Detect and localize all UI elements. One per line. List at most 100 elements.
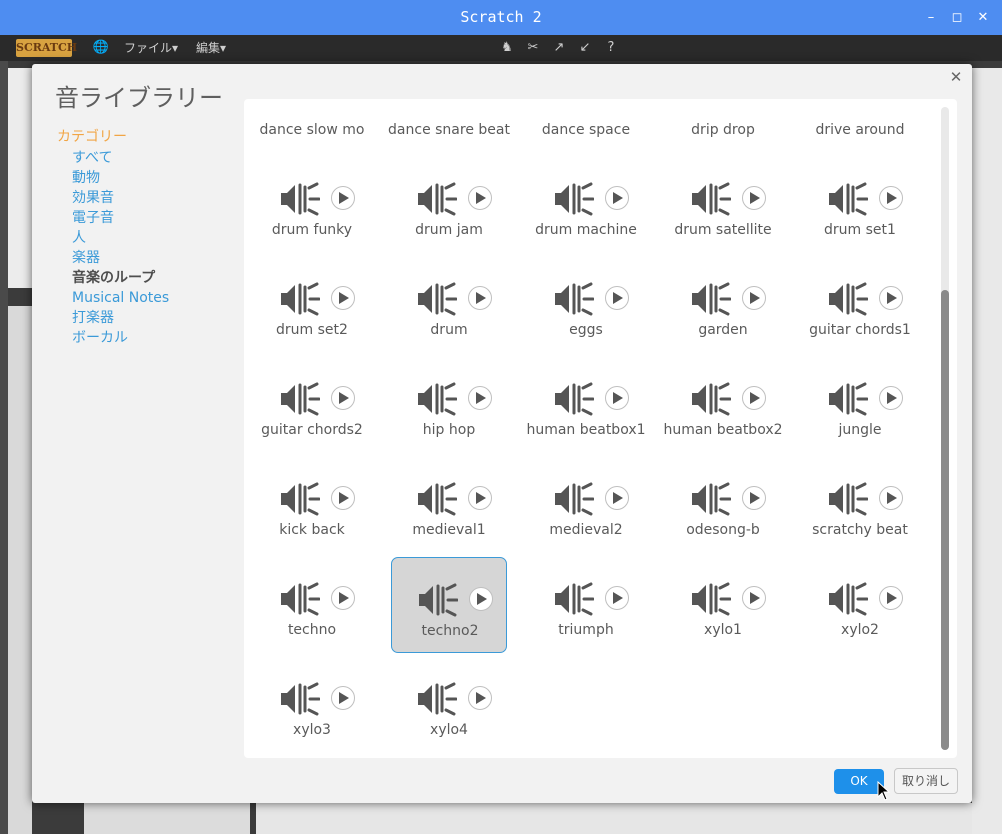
play-icon[interactable] bbox=[879, 386, 903, 410]
edit-menu[interactable]: 編集▾ bbox=[196, 35, 226, 61]
sound-item[interactable]: scratchy beat bbox=[802, 457, 918, 553]
category-item[interactable]: 打楽器 bbox=[72, 308, 169, 328]
play-icon[interactable] bbox=[468, 486, 492, 510]
sound-item[interactable]: drum set1 bbox=[802, 157, 918, 253]
category-item[interactable]: すべて bbox=[72, 148, 169, 168]
grow-icon[interactable]: ↗ bbox=[550, 39, 568, 57]
play-icon[interactable] bbox=[331, 286, 355, 310]
file-menu[interactable]: ファイル▾ bbox=[124, 35, 178, 61]
category-item[interactable]: 電子音 bbox=[72, 208, 169, 228]
sound-label: drum satellite bbox=[674, 222, 772, 238]
sound-item[interactable]: medieval2 bbox=[528, 457, 644, 553]
play-icon[interactable] bbox=[879, 186, 903, 210]
sound-label: dance snare beat bbox=[388, 122, 510, 138]
cancel-button[interactable]: 取り消し bbox=[894, 768, 958, 794]
play-icon[interactable] bbox=[605, 186, 629, 210]
sound-item[interactable]: xylo2 bbox=[802, 557, 918, 653]
sound-item[interactable]: drum machine bbox=[528, 157, 644, 253]
sound-label: drum jam bbox=[415, 222, 483, 238]
sound-item[interactable]: drum satellite bbox=[665, 157, 781, 253]
background-panel bbox=[84, 803, 250, 834]
sound-label: dance space bbox=[541, 122, 631, 138]
dialog-title: 音ライブラリー bbox=[55, 84, 223, 112]
window-close-icon[interactable]: ✕ bbox=[970, 0, 996, 35]
sound-label: garden bbox=[698, 322, 748, 338]
play-icon[interactable] bbox=[331, 586, 355, 610]
speaker-icon bbox=[691, 182, 732, 216]
play-icon[interactable] bbox=[605, 286, 629, 310]
globe-icon[interactable]: 🌐 bbox=[92, 39, 110, 57]
sound-item[interactable]: eggs bbox=[528, 257, 644, 353]
category-item[interactable]: 楽器 bbox=[72, 248, 169, 268]
play-icon[interactable] bbox=[879, 286, 903, 310]
play-icon[interactable] bbox=[468, 186, 492, 210]
sound-item[interactable]: hip hop bbox=[391, 357, 507, 453]
sound-item[interactable]: odesong-b bbox=[665, 457, 781, 553]
category-item[interactable]: 動物 bbox=[72, 168, 169, 188]
scrollbar-thumb[interactable] bbox=[941, 290, 949, 750]
sound-item[interactable]: guitar chords2 bbox=[254, 357, 370, 453]
sound-item[interactable]: medieval1 bbox=[391, 457, 507, 553]
play-icon[interactable] bbox=[742, 186, 766, 210]
cut-icon[interactable]: ✂ bbox=[524, 39, 542, 57]
category-item[interactable]: 音楽のループ bbox=[72, 268, 169, 288]
sound-item[interactable]: human beatbox1 bbox=[526, 357, 646, 453]
sound-item[interactable]: guitar chords1 bbox=[802, 257, 918, 353]
stamp-icon[interactable]: ♞ bbox=[498, 39, 516, 57]
speaker-icon bbox=[828, 582, 869, 616]
play-icon[interactable] bbox=[468, 686, 492, 710]
play-icon[interactable] bbox=[469, 587, 493, 611]
play-icon[interactable] bbox=[742, 286, 766, 310]
sound-item[interactable]: xylo4 bbox=[391, 657, 507, 753]
minimize-icon[interactable]: – bbox=[918, 0, 944, 35]
play-icon[interactable] bbox=[331, 186, 355, 210]
sound-label: techno2 bbox=[421, 623, 479, 639]
speaker-icon bbox=[691, 282, 732, 316]
sound-item[interactable]: human beatbox2 bbox=[663, 357, 783, 453]
sound-label: drum bbox=[430, 322, 468, 338]
play-icon[interactable] bbox=[331, 486, 355, 510]
scratch-logo: SCRATCH bbox=[16, 39, 77, 57]
sound-item[interactable]: garden bbox=[665, 257, 781, 353]
help-icon[interactable]: ? bbox=[602, 39, 620, 57]
sound-item[interactable]: xylo1 bbox=[665, 557, 781, 653]
sound-item[interactable]: dance snare beat bbox=[388, 99, 510, 153]
category-item[interactable]: 人 bbox=[72, 228, 169, 248]
sound-item[interactable]: triumph bbox=[528, 557, 644, 653]
sound-item[interactable]: techno bbox=[254, 557, 370, 653]
sound-item[interactable]: jungle bbox=[802, 357, 918, 453]
sound-item[interactable]: drum funky bbox=[254, 157, 370, 253]
sound-item[interactable]: drip drop bbox=[665, 99, 781, 153]
maximize-icon[interactable]: ◻ bbox=[944, 0, 970, 35]
sound-item[interactable]: drum jam bbox=[391, 157, 507, 253]
play-icon[interactable] bbox=[468, 286, 492, 310]
play-icon[interactable] bbox=[879, 586, 903, 610]
play-icon[interactable] bbox=[879, 486, 903, 510]
sound-label: odesong-b bbox=[686, 522, 760, 538]
category-item[interactable]: Musical Notes bbox=[72, 288, 169, 308]
play-icon[interactable] bbox=[742, 386, 766, 410]
scrollbar[interactable] bbox=[941, 107, 949, 750]
play-icon[interactable] bbox=[331, 686, 355, 710]
background-panel bbox=[8, 68, 32, 288]
close-icon[interactable]: ✕ bbox=[948, 69, 964, 85]
play-icon[interactable] bbox=[742, 586, 766, 610]
play-icon[interactable] bbox=[605, 486, 629, 510]
sound-item[interactable]: techno2 bbox=[391, 557, 507, 653]
sound-item[interactable]: drum bbox=[391, 257, 507, 353]
play-icon[interactable] bbox=[605, 586, 629, 610]
sound-item[interactable]: drive around bbox=[802, 99, 918, 153]
play-icon[interactable] bbox=[742, 486, 766, 510]
sound-item[interactable]: xylo3 bbox=[254, 657, 370, 753]
category-item[interactable]: ボーカル bbox=[72, 328, 169, 348]
play-icon[interactable] bbox=[331, 386, 355, 410]
sound-item[interactable]: dance space bbox=[528, 99, 644, 153]
background-panel bbox=[972, 68, 1002, 834]
sound-item[interactable]: kick back bbox=[254, 457, 370, 553]
play-icon[interactable] bbox=[605, 386, 629, 410]
sound-item[interactable]: dance slow mo bbox=[254, 99, 370, 153]
sound-item[interactable]: drum set2 bbox=[254, 257, 370, 353]
category-item[interactable]: 効果音 bbox=[72, 188, 169, 208]
play-icon[interactable] bbox=[468, 386, 492, 410]
shrink-icon[interactable]: ↙ bbox=[576, 39, 594, 57]
